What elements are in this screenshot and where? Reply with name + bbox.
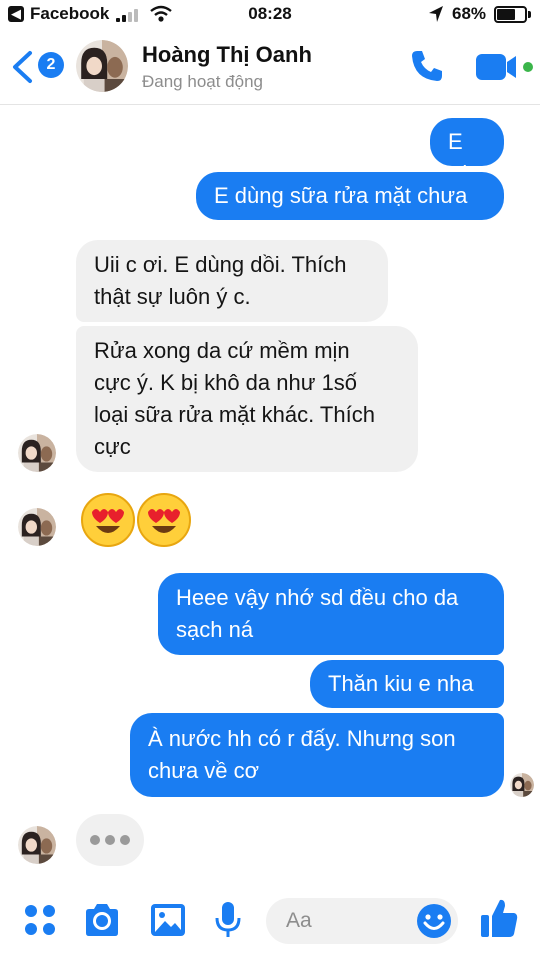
video-icon[interactable] xyxy=(474,50,534,84)
battery-icon xyxy=(494,6,527,23)
message-line: Uii c ơi. E dùng dồi. Thích xyxy=(94,252,347,277)
sender-avatar[interactable] xyxy=(18,434,56,472)
message-incoming[interactable]: Uii c ơi. E dùng dồi. Thích thật sự luôn… xyxy=(76,240,388,322)
message-outgoing[interactable]: E ơi xyxy=(430,118,504,186)
contact-avatar[interactable] xyxy=(76,40,128,92)
conversation-header: 2 Hoàng Thị Oanh Đang hoạt động xyxy=(0,30,540,105)
phone-icon[interactable] xyxy=(408,47,446,85)
message-line: thật sự luôn ý c. xyxy=(94,284,251,309)
camera-icon[interactable] xyxy=(82,900,122,940)
message-line: Thăn kiu e nha xyxy=(328,671,474,696)
message-input-container[interactable] xyxy=(266,898,458,944)
unread-badge: 2 xyxy=(38,52,64,78)
message-outgoing[interactable]: À nước hh có r đấy. Nhưng son chưa về cơ xyxy=(130,713,504,797)
message-outgoing[interactable]: E dùng sữa rửa mặt chưa xyxy=(196,172,504,220)
battery-level xyxy=(497,9,515,20)
message-input[interactable] xyxy=(286,906,406,936)
back-button[interactable]: 2 xyxy=(10,50,68,86)
gallery-icon[interactable] xyxy=(148,900,188,940)
thumbs-up-icon[interactable] xyxy=(478,896,520,940)
status-bar: ◀ Facebook 08:28 68% xyxy=(0,0,540,30)
more-apps-icon[interactable] xyxy=(20,900,60,940)
heart-eyes-emoji-icon[interactable] xyxy=(136,492,192,548)
message-line: Heee vậy nhớ sd đều cho da xyxy=(176,585,459,610)
seen-receipt-avatar xyxy=(510,773,534,797)
message-line: loại sữa rửa mặt khác. Thích xyxy=(94,402,375,427)
message-line: cực xyxy=(94,434,131,459)
message-line: À nước hh có r đấy. Nhưng son xyxy=(148,726,456,751)
message-outgoing[interactable]: Thăn kiu e nha xyxy=(310,660,504,708)
battery-cap xyxy=(528,11,531,18)
sender-avatar[interactable] xyxy=(18,826,56,864)
sender-avatar[interactable] xyxy=(18,508,56,546)
back-chevron-icon xyxy=(13,51,32,83)
heart-eyes-emoji-icon[interactable] xyxy=(80,492,136,548)
battery-percent: 68% xyxy=(452,4,487,23)
location-arrow-icon xyxy=(429,6,443,22)
message-line: E dùng sữa rửa mặt chưa xyxy=(214,183,468,208)
microphone-icon[interactable] xyxy=(208,900,248,940)
contact-name[interactable]: Hoàng Thị Oanh xyxy=(142,42,312,68)
emoji-icon[interactable] xyxy=(416,903,452,939)
message-outgoing[interactable]: Heee vậy nhớ sd đều cho da sạch ná xyxy=(158,573,504,655)
message-line: chưa về cơ xyxy=(148,758,260,783)
message-incoming[interactable]: Rửa xong da cứ mềm mịn cực ý. K bị khô d… xyxy=(76,326,418,472)
online-indicator xyxy=(523,62,533,72)
message-line: cực ý. K bị khô da như 1số xyxy=(94,370,358,395)
message-line: Rửa xong da cứ mềm mịn xyxy=(94,338,350,363)
contact-status: Đang hoạt động xyxy=(142,72,263,91)
typing-indicator xyxy=(76,814,144,866)
message-line: sạch ná xyxy=(176,617,254,642)
composer-bar xyxy=(0,880,540,960)
